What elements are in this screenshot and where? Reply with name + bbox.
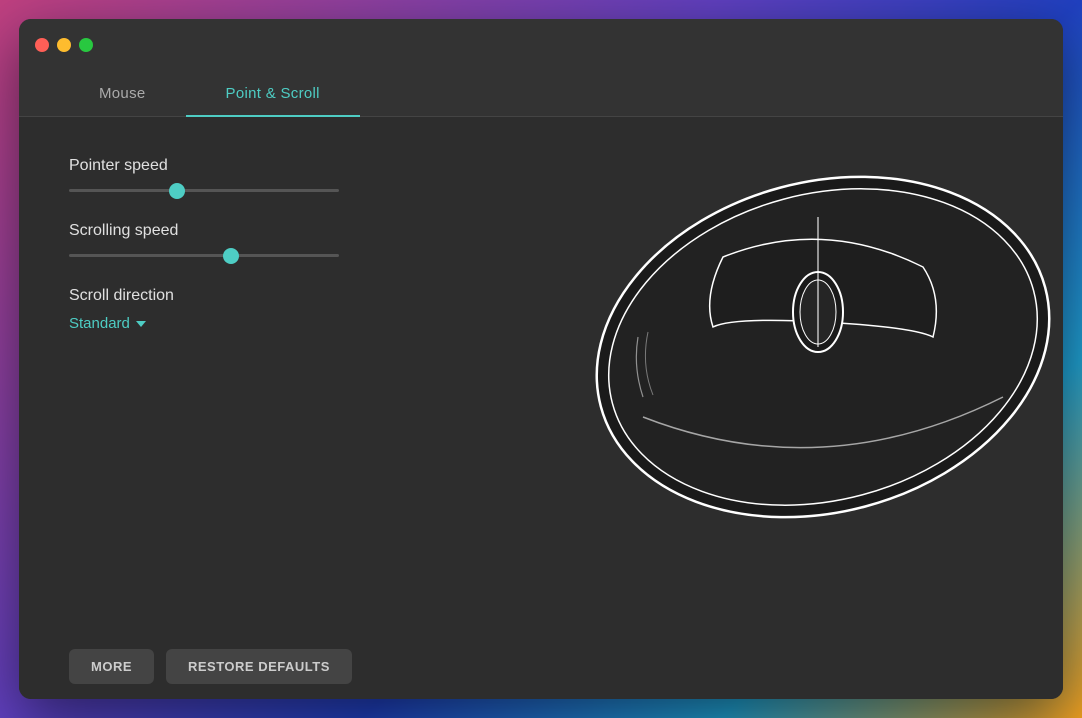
pointer-speed-slider-wrapper xyxy=(69,189,339,192)
close-button[interactable] xyxy=(35,38,49,52)
traffic-lights xyxy=(35,38,93,52)
left-panel: Pointer speed Scrolling speed Scro xyxy=(19,117,399,629)
scrolling-speed-slider-wrapper xyxy=(69,254,339,257)
scrolling-speed-thumb[interactable] xyxy=(223,248,239,264)
maximize-button[interactable] xyxy=(79,38,93,52)
main-content: Pointer speed Scrolling speed Scro xyxy=(19,117,1063,629)
scrolling-speed-group: Scrolling speed xyxy=(69,222,349,257)
scroll-direction-group: Scroll direction Standard xyxy=(69,287,349,332)
pointer-speed-track xyxy=(69,189,339,192)
scroll-direction-value-text: Standard xyxy=(69,315,130,332)
mouse-illustration-panel: logitech xyxy=(399,117,1063,629)
tab-mouse[interactable]: Mouse xyxy=(59,71,186,116)
minimize-button[interactable] xyxy=(57,38,71,52)
pointer-speed-label: Pointer speed xyxy=(69,157,349,175)
tab-bar: Mouse Point & Scroll xyxy=(19,71,1063,117)
mouse-illustration: logitech xyxy=(563,137,1063,557)
pointer-speed-group: Pointer speed xyxy=(69,157,349,192)
scrolling-speed-track xyxy=(69,254,339,257)
scrolling-speed-label: Scrolling speed xyxy=(69,222,349,240)
button-bar: MORE RESTORE DEFAULTS xyxy=(19,629,1063,699)
restore-defaults-button[interactable]: RESTORE DEFAULTS xyxy=(166,649,352,684)
scroll-direction-label: Scroll direction xyxy=(69,287,349,305)
tab-point-scroll[interactable]: Point & Scroll xyxy=(186,71,360,116)
scroll-direction-dropdown[interactable]: Standard xyxy=(69,315,349,332)
chevron-down-icon xyxy=(136,321,146,327)
app-window: Mouse Point & Scroll Pointer speed Scrol… xyxy=(19,19,1063,699)
pointer-speed-thumb[interactable] xyxy=(169,183,185,199)
titlebar xyxy=(19,19,1063,71)
more-button[interactable]: MORE xyxy=(69,649,154,684)
